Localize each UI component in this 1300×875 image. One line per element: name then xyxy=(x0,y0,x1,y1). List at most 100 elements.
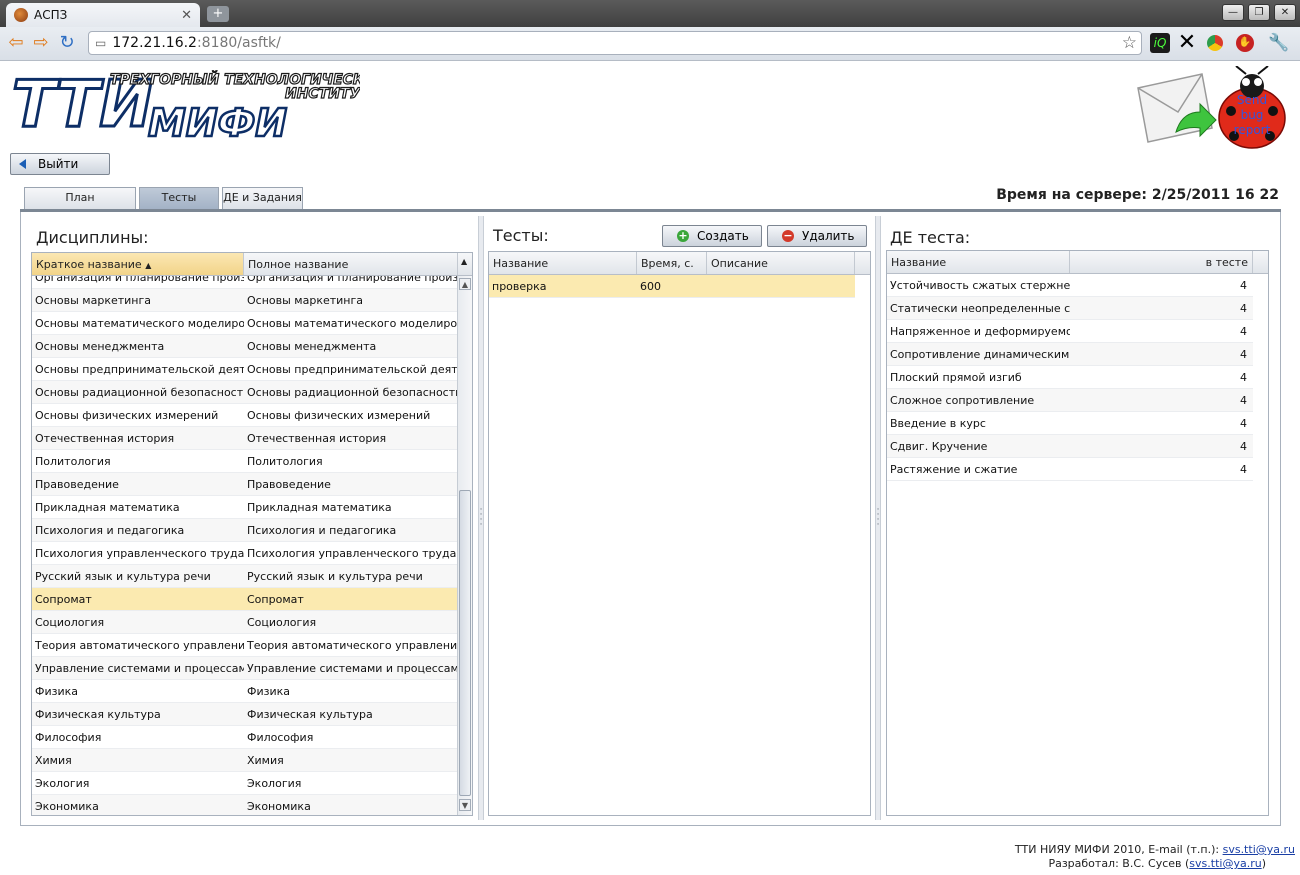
new-tab-button[interactable]: + xyxy=(207,6,229,22)
cell-short-name: Физика xyxy=(35,685,79,698)
column-de-name[interactable]: Название xyxy=(887,251,1070,273)
column-short-name[interactable]: Краткое название ▲ xyxy=(32,253,244,275)
back-icon[interactable]: ⇦ xyxy=(5,32,27,54)
scroll-up-icon[interactable]: ▲ xyxy=(459,278,471,290)
cell-full-name: Физическая культура xyxy=(247,708,373,721)
browser-toolbar: ⇦ ⇨ ↻ ▭ 172.21.16.2:8180/asftk/ ☆ iQ ✕ ✋… xyxy=(0,27,1300,61)
table-row[interactable]: Психология и педагогика Психология и педа… xyxy=(32,519,458,542)
bookmark-star-icon[interactable]: ☆ xyxy=(1122,33,1137,53)
logo-subtitle: МИФИ xyxy=(148,101,287,145)
table-row[interactable]: Прикладная математика Прикладная математи… xyxy=(32,496,458,519)
scroll-thumb[interactable] xyxy=(459,490,471,796)
cell-full-name: Основы математического моделирования xyxy=(247,317,458,330)
cell-short-name: Русский язык и культура речи xyxy=(35,570,211,583)
tab-close-icon[interactable]: ✕ xyxy=(181,8,192,23)
cell-short-name: Основы радиационной безопасности xyxy=(35,386,244,399)
cell-de-name: Сопротивление динамическим и периодическ… xyxy=(890,348,1070,361)
table-row[interactable]: Плоский прямой изгиб 4 xyxy=(887,366,1253,389)
table-row[interactable]: Основы физических измерений Основы физиче… xyxy=(32,404,458,427)
exit-button[interactable]: Выйти xyxy=(10,153,110,175)
table-row[interactable]: Основы менеджмента Основы менеджмента xyxy=(32,335,458,358)
cell-full-name: Правоведение xyxy=(247,478,331,491)
tab-tests[interactable]: Тесты xyxy=(139,187,219,209)
table-row[interactable]: Растяжение и сжатие 4 xyxy=(887,458,1253,481)
splitter-right-grip[interactable]: · · · · xyxy=(876,506,880,530)
table-row[interactable]: Правоведение Правоведение xyxy=(32,473,458,496)
cell-in-test: 4 xyxy=(1240,440,1247,453)
cell-full-name: Химия xyxy=(247,754,284,767)
column-description[interactable]: Описание xyxy=(707,252,855,274)
disciplines-title: Дисциплины: xyxy=(36,228,149,247)
tab-testing-plan[interactable]: План тестирования xyxy=(24,187,136,224)
bug-report-button[interactable]: Send bug report xyxy=(1136,65,1286,154)
table-row[interactable]: Устойчивость сжатых стержней 4 xyxy=(887,274,1253,297)
table-row[interactable]: Физика Физика xyxy=(32,680,458,703)
wrench-icon[interactable]: 🔧 xyxy=(1268,33,1289,53)
disciplines-scrollbar[interactable]: ▲ ▼ xyxy=(457,276,472,815)
table-row-partial[interactable]: Организация и планирование производства … xyxy=(32,276,458,289)
table-row[interactable]: Сопротивление динамическим и периодическ… xyxy=(887,343,1253,366)
column-in-test[interactable]: в тесте xyxy=(1070,251,1253,273)
column-time[interactable]: Время, с. xyxy=(637,252,707,274)
table-row[interactable]: Основы математического моделированияОсно… xyxy=(32,312,458,335)
chrome-extension-icon[interactable] xyxy=(1207,35,1223,51)
table-row[interactable]: Физическая культура Физическая культура xyxy=(32,703,458,726)
browser-tab[interactable]: АСПЗ ✕ xyxy=(6,3,200,27)
cell-full-name: Физика xyxy=(247,685,291,698)
table-row[interactable]: Управление системами и процессами Управле… xyxy=(32,657,458,680)
table-row[interactable]: Экология Экология xyxy=(32,772,458,795)
columns-menu-icon[interactable]: ▲ xyxy=(458,253,472,275)
table-row[interactable]: Введение в курс 4 xyxy=(887,412,1253,435)
cell-short-name: Экология xyxy=(35,777,90,790)
table-row[interactable]: Напряженное и деформируемое состояние 4 xyxy=(887,320,1253,343)
tti-mephi-logo: ТТИ МИФИ ТРЕХГОРНЫЙ ТЕХНОЛОГИЧЕСКИЙ ИНСТ… xyxy=(10,66,389,150)
splitter-left-grip[interactable]: · · · · xyxy=(479,506,483,530)
tests-header: Название Время, с. Описание xyxy=(489,252,870,275)
table-row[interactable]: Сопромат Сопромат xyxy=(32,588,458,611)
iq-extension-icon[interactable]: iQ xyxy=(1150,33,1170,53)
table-row[interactable]: проверка 600 xyxy=(489,275,855,298)
cell-in-test: 4 xyxy=(1240,302,1247,315)
cell-full-name: Психология управленческого труда xyxy=(247,547,457,560)
column-full-name[interactable]: Полное название xyxy=(244,253,458,275)
close-window-button[interactable]: ✕ xyxy=(1274,4,1296,21)
table-row[interactable]: Русский язык и культура речи Русский язык… xyxy=(32,565,458,588)
cell-full-name: Прикладная математика xyxy=(247,501,392,514)
footer-developer-email-link[interactable]: svs.tti@ya.ru xyxy=(1189,857,1261,870)
create-test-button[interactable]: + Создать xyxy=(662,225,762,247)
disciplines-header: Краткое название ▲ Полное название ▲ xyxy=(32,253,472,276)
cell-short-name: Прикладная математика xyxy=(35,501,180,514)
table-row[interactable]: Политология Политология xyxy=(32,450,458,473)
adblock-extension-icon[interactable]: ✋ xyxy=(1236,34,1254,52)
table-row[interactable]: Химия Химия xyxy=(32,749,458,772)
maximize-button[interactable]: ❐ xyxy=(1248,4,1270,21)
cell-short-name: Основы менеджмента xyxy=(35,340,165,353)
table-row[interactable]: Сложное сопротивление 4 xyxy=(887,389,1253,412)
table-row[interactable]: Статически неопределенные системы 4 xyxy=(887,297,1253,320)
forward-icon[interactable]: ⇨ xyxy=(30,32,52,54)
table-row[interactable]: Основы предпринимательской деятельностиО… xyxy=(32,358,458,381)
tab-de-tasks[interactable]: ДЕ и Задания xyxy=(222,187,303,209)
cell-full-name: Сопромат xyxy=(247,593,304,606)
table-row[interactable]: Отечественная история Отечественная истор… xyxy=(32,427,458,450)
address-bar[interactable]: ▭ 172.21.16.2:8180/asftk/ ☆ xyxy=(88,31,1142,55)
table-row[interactable]: Экономика Экономика xyxy=(32,795,458,815)
table-row[interactable]: Психология управленческого труда Психолог… xyxy=(32,542,458,565)
reload-icon[interactable]: ↻ xyxy=(56,32,78,54)
table-row[interactable]: Социология Социология xyxy=(32,611,458,634)
minimize-button[interactable]: — xyxy=(1222,4,1244,21)
x-extension-icon[interactable]: ✕ xyxy=(1177,32,1197,54)
table-row[interactable]: Основы маркетинга Основы маркетинга xyxy=(32,289,458,312)
footer-text2-close: ) xyxy=(1261,857,1266,870)
footer-email-link[interactable]: svs.tti@ya.ru xyxy=(1223,843,1295,856)
column-test-name[interactable]: Название xyxy=(489,252,637,274)
table-row[interactable]: Теория автоматического управления Теория … xyxy=(32,634,458,657)
table-row[interactable]: Сдвиг. Кручение 4 xyxy=(887,435,1253,458)
bug-report-word2: bug xyxy=(1241,108,1264,122)
table-row[interactable]: Основы радиационной безопасности Основы р… xyxy=(32,381,458,404)
delete-test-button[interactable]: − Удалить xyxy=(767,225,867,247)
scroll-down-icon[interactable]: ▼ xyxy=(459,799,471,811)
column-short-name-label: Краткое название xyxy=(36,258,142,271)
table-row[interactable]: Философия Философия xyxy=(32,726,458,749)
cell-short-name: Отечественная история xyxy=(35,432,175,445)
